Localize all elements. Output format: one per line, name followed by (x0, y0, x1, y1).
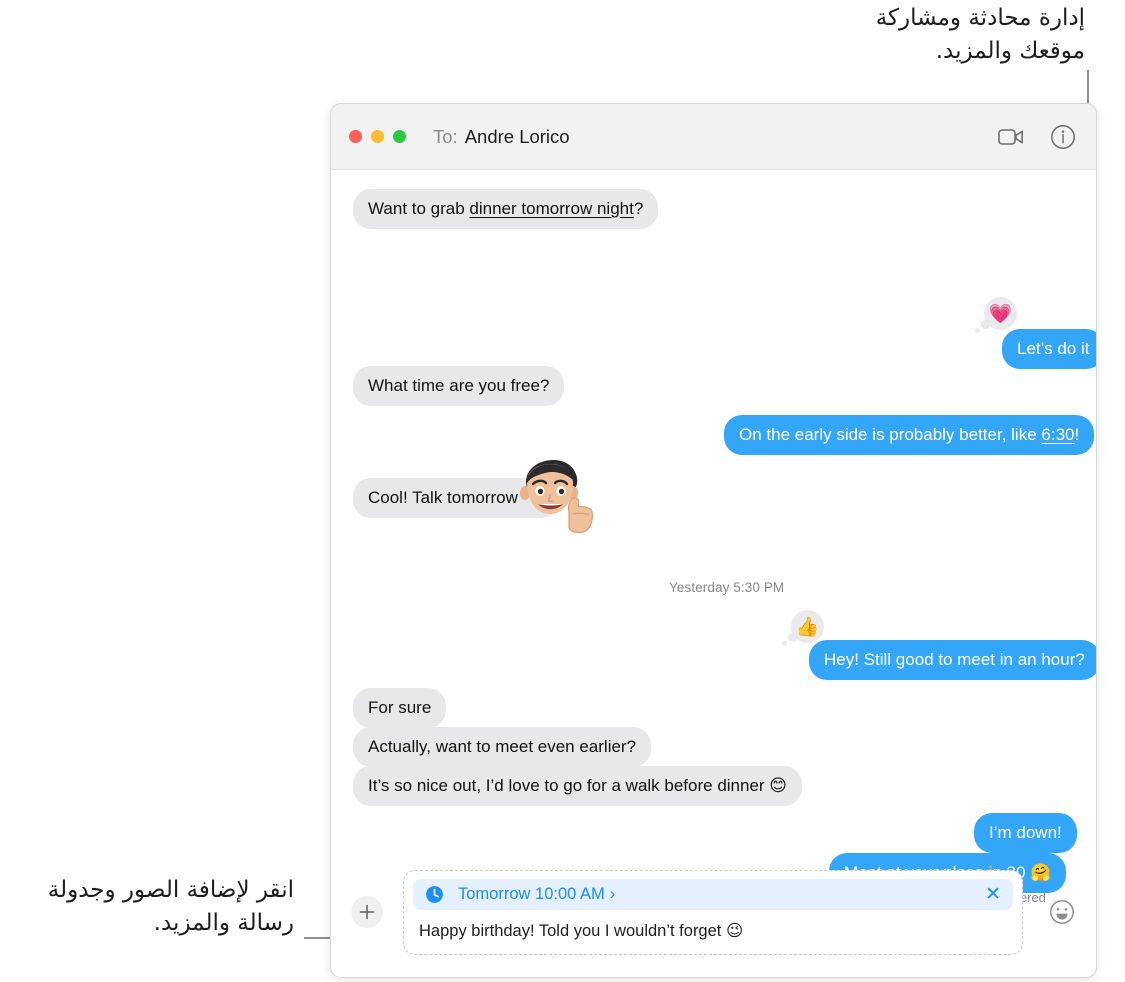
plus-icon (359, 904, 375, 920)
message-bubble-incoming[interactable]: For sure (353, 688, 447, 729)
scheduled-send-label[interactable]: Tomorrow 10:00 AM › (458, 885, 615, 904)
annotation-top-text: إدارة محادثة ومشاركة موقعك والمزيد. (875, 5, 1085, 65)
message-bubble-incoming[interactable]: Want to grab dinner tomorrow night? (347, 189, 659, 230)
message-input-field[interactable]: Tomorrow 10:00 AM › ✕ Happy birthday! To… (403, 869, 1023, 955)
message-bubble-incoming[interactable]: What time are you free? (347, 366, 565, 407)
thumbs-up-emoji: 👍 (795, 616, 820, 638)
to-label: To: (433, 125, 458, 147)
message-composer: Tomorrow 10:00 AM › ✕ Happy birthday! To… (331, 847, 1096, 977)
message-text: Hey! Still good to meet in an hour? (824, 650, 1085, 669)
titlebar-actions (996, 122, 1078, 152)
message-bubble-outgoing[interactable]: On the early side is probably better, li… (724, 415, 1096, 456)
scheduled-time-text: Tomorrow 10:00 AM (458, 884, 605, 903)
draft-message-text[interactable]: Happy birthday! Told you I wouldn’t forg… (413, 910, 1013, 945)
reaction-thumbs-up[interactable]: 👍 (782, 610, 824, 646)
reaction-heart[interactable]: 💗 (975, 297, 1017, 333)
chevron-right-icon: › (609, 884, 616, 903)
close-icon[interactable]: ✕ (985, 885, 1001, 904)
messages-window: To: Andre Lorico Want to grab dinner tom… (330, 103, 1097, 978)
message-text: Let’s do it (1017, 339, 1090, 358)
message-text: Actually, want to meet even earlier? (368, 737, 637, 756)
traffic-light-buttons (349, 130, 406, 143)
message-bubble-incoming[interactable]: It’s so nice out, I’d love to go for a w… (347, 766, 803, 807)
thread-timestamp: Yesterday 5:30 PM (669, 580, 785, 595)
info-circle-icon[interactable] (1048, 122, 1078, 152)
message-text: What time are you free? (368, 376, 550, 395)
message-bubble-outgoing[interactable]: Hey! Still good to meet in an hour? (809, 640, 1096, 681)
memoji-thumbs-up-sticker[interactable] (509, 446, 601, 538)
emoji-picker-button[interactable] (1047, 898, 1076, 927)
annotation-bottom-text: انقر لإضافة الصور وجدولة رسالة والمزيد. (47, 877, 294, 937)
conversation-thread[interactable]: Want to grab dinner tomorrow night? 💗 Le… (331, 170, 1096, 911)
message-text: For sure (368, 698, 432, 717)
add-attachment-button[interactable] (351, 896, 383, 928)
zoom-window-button[interactable] (393, 130, 406, 143)
video-camera-icon[interactable] (996, 122, 1026, 152)
close-window-button[interactable] (349, 130, 362, 143)
message-text: Cool! Talk tomorrow (368, 488, 518, 507)
window-titlebar: To: Andre Lorico (331, 104, 1096, 170)
heart-emoji: 💗 (988, 303, 1013, 325)
message-text: Want to grab dinner tomorrow night? (368, 199, 644, 218)
scheduled-send-banner[interactable]: Tomorrow 10:00 AM › ✕ (413, 878, 1013, 910)
message-bubble-outgoing[interactable]: Let’s do it (1002, 329, 1096, 370)
minimize-window-button[interactable] (371, 130, 384, 143)
message-text: I’m down! (989, 823, 1062, 842)
message-text: It’s so nice out, I’d love to go for a w… (368, 776, 788, 795)
smiley-face-icon (1049, 900, 1074, 924)
recipient-field[interactable]: To: Andre Lorico (433, 126, 570, 148)
message-bubble-incoming[interactable]: Actually, want to meet even earlier? (353, 727, 652, 768)
recipient-name: Andre Lorico (464, 125, 570, 147)
message-text: On the early side is probably better, li… (739, 425, 1080, 444)
clock-icon (425, 885, 444, 904)
